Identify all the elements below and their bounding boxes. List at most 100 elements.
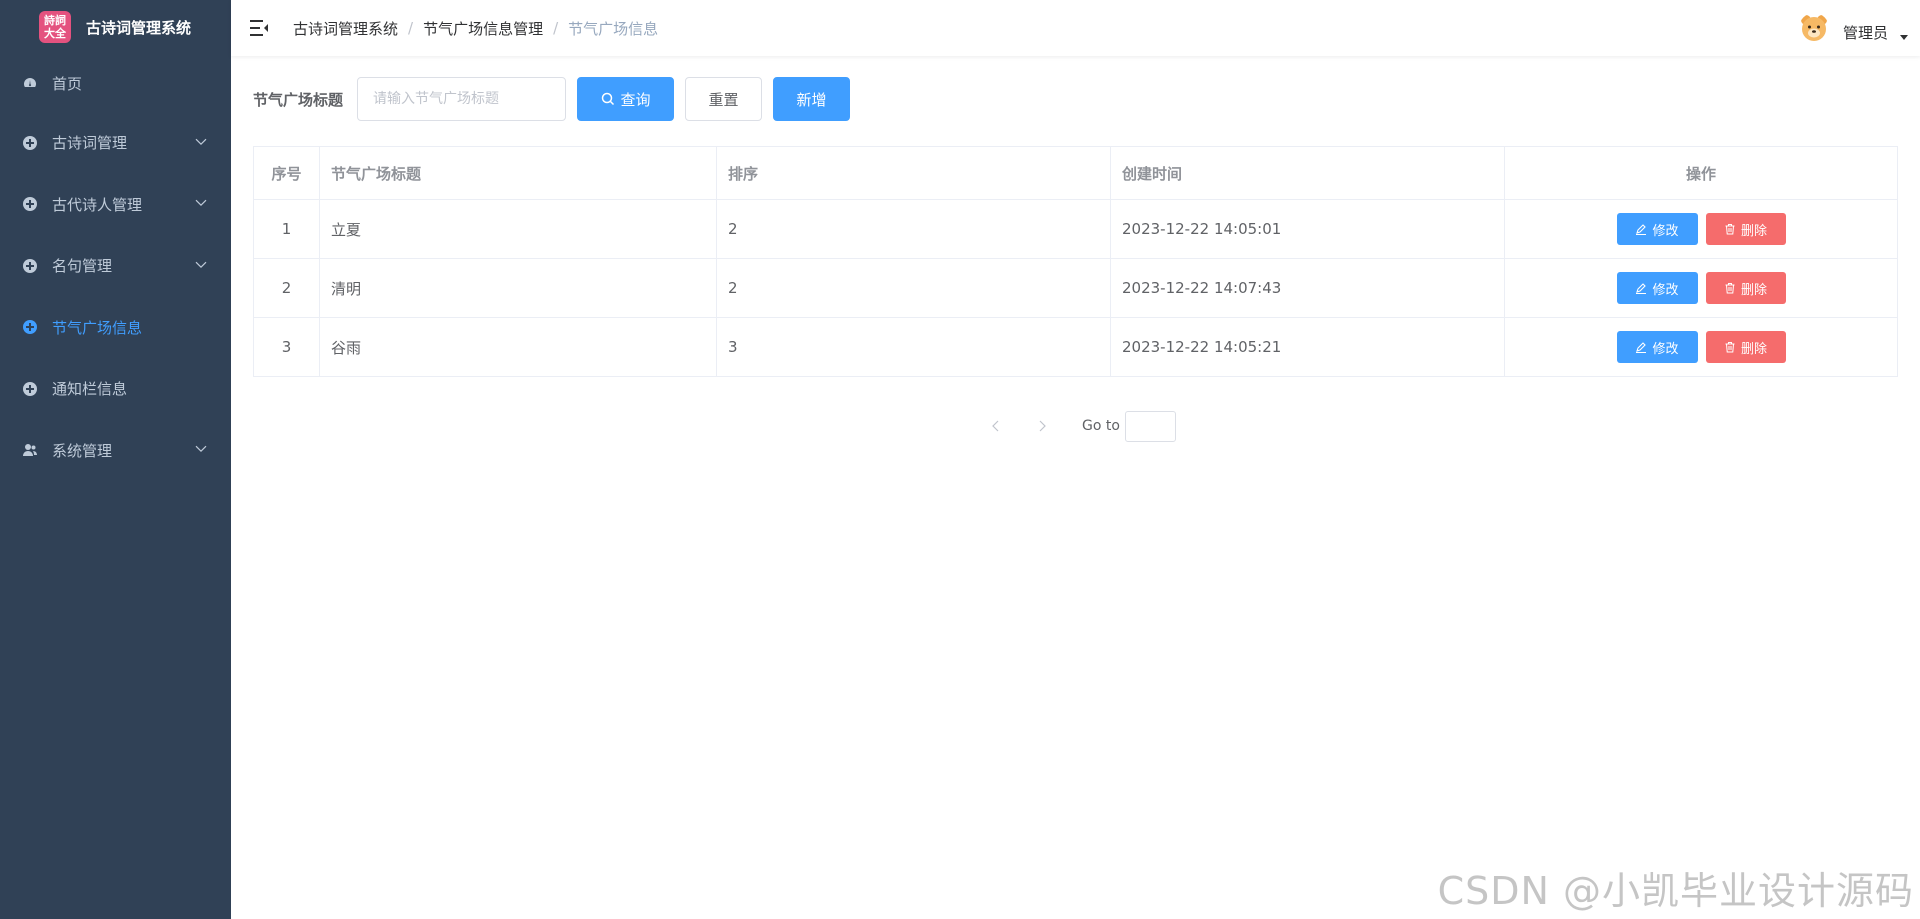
column-header-sort: 排序: [716, 146, 1111, 200]
sidebar-item-system[interactable]: 系统管理: [0, 420, 231, 482]
chevron-down-icon: [195, 439, 207, 457]
user-name: 管理员: [1842, 23, 1888, 42]
search-label: 节气广场标题: [253, 90, 344, 109]
cell-actions: 修改 删除: [1504, 199, 1898, 259]
add-button-label: 新增: [796, 90, 827, 109]
cell-index: 3: [253, 317, 320, 377]
circle-icon: [22, 258, 38, 274]
circle-icon: [22, 196, 38, 212]
sidebar-item-quotes[interactable]: 名句管理: [0, 235, 231, 297]
cell-title: 清明: [319, 258, 717, 318]
table-row: 2 清明 2 2023-12-22 14:07:43 修改 删除: [253, 258, 1898, 318]
sidebar-item-label: 节气广场信息: [52, 318, 143, 337]
cell-index: 1: [253, 199, 320, 259]
breadcrumb-item-home[interactable]: 古诗词管理系统: [293, 18, 398, 39]
logo-text-line1: 詩詞: [44, 14, 66, 27]
user-group-icon: [22, 442, 38, 458]
user-menu[interactable]: 管理员: [1799, 12, 1908, 44]
watermark: CSDN @小凯毕业设计源码: [1437, 869, 1914, 913]
sidebar-menu: 首页 古诗词管理 古代诗人管理 名句管理 节气广场信息 通知栏信息 系统管理: [0, 54, 231, 481]
sidebar-item-home[interactable]: 首页: [0, 54, 231, 112]
cell-actions: 修改 删除: [1504, 258, 1898, 318]
edit-button[interactable]: 修改: [1616, 272, 1698, 304]
edit-icon: [1636, 283, 1647, 294]
goto-page-input[interactable]: [1124, 410, 1176, 442]
pagination: Go to: [980, 410, 1176, 442]
cell-created-time: 2023-12-22 14:05:21: [1110, 317, 1505, 377]
breadcrumb-separator: /: [553, 19, 559, 37]
trash-icon: [1725, 224, 1735, 235]
sidebar: 詩詞 大全 古诗词管理系统 首页 古诗词管理 古代诗人管理 名句管理 节气广场信…: [0, 0, 231, 919]
cell-created-time: 2023-12-22 14:05:01: [1110, 199, 1505, 259]
cell-title: 谷雨: [319, 317, 717, 377]
trash-icon: [1725, 283, 1735, 294]
goto-label: Go to: [1082, 418, 1120, 434]
edit-icon: [1636, 342, 1647, 353]
delete-button[interactable]: 删除: [1705, 213, 1786, 245]
query-button-label: 查询: [620, 90, 651, 109]
sidebar-item-poets[interactable]: 古代诗人管理: [0, 174, 231, 236]
search-input[interactable]: [357, 77, 567, 121]
cell-index: 2: [253, 258, 320, 318]
table-header-row: 序号 节气广场标题 排序 创建时间 操作: [253, 146, 1898, 200]
sidebar-item-label: 古代诗人管理: [52, 195, 143, 214]
delete-button-label: 删除: [1740, 223, 1767, 239]
column-header-actions: 操作: [1504, 146, 1898, 200]
table-row: 3 谷雨 3 2023-12-22 14:05:21 修改 删除: [253, 317, 1898, 377]
sidebar-item-label: 古诗词管理: [52, 134, 128, 153]
reset-button[interactable]: 重置: [685, 77, 763, 121]
reset-button-label: 重置: [708, 90, 739, 109]
search-icon: [601, 92, 614, 106]
add-button[interactable]: 新增: [773, 77, 851, 121]
search-form: 节气广场标题 查询 重置 新增: [253, 77, 851, 121]
table-row: 1 立夏 2 2023-12-22 14:05:01 修改 删除: [253, 199, 1898, 259]
avatar: [1800, 15, 1827, 41]
top-navbar: 古诗词管理系统 / 节气广场信息管理 / 节气广场信息 管理员: [231, 0, 1920, 56]
breadcrumb-item-section[interactable]: 节气广场信息管理: [423, 18, 543, 39]
column-header-index: 序号: [253, 146, 320, 200]
query-button[interactable]: 查询: [577, 77, 675, 121]
sidebar-item-label: 通知栏信息: [52, 380, 128, 399]
breadcrumb-separator: /: [408, 19, 414, 37]
chevron-down-icon: [195, 132, 207, 150]
hamburger-icon[interactable]: [249, 18, 269, 38]
breadcrumb: 古诗词管理系统 / 节气广场信息管理 / 节气广场信息: [293, 18, 658, 39]
circle-icon: [22, 381, 38, 397]
trash-icon: [1725, 342, 1735, 353]
sidebar-logo-area[interactable]: 詩詞 大全 古诗词管理系统: [0, 0, 231, 54]
app-title: 古诗词管理系统: [86, 18, 192, 37]
circle-icon: [22, 135, 38, 151]
delete-button-label: 删除: [1740, 282, 1767, 298]
logo-text-line2: 大全: [44, 27, 66, 40]
data-table: 序号 节气广场标题 排序 创建时间 操作 1 立夏 2 2023-12-22 1…: [253, 146, 1898, 377]
edit-button-label: 修改: [1652, 223, 1679, 239]
cell-title: 立夏: [319, 199, 717, 259]
edit-button-label: 修改: [1652, 282, 1679, 298]
cell-sort: 2: [716, 258, 1111, 318]
prev-page-button[interactable]: [980, 410, 1012, 442]
cell-sort: 2: [716, 199, 1111, 259]
caret-down-icon: [1900, 26, 1908, 44]
cell-created-time: 2023-12-22 14:07:43: [1110, 258, 1505, 318]
goto-page: Go to: [1082, 410, 1176, 442]
sidebar-item-label: 系统管理: [52, 441, 113, 460]
edit-button[interactable]: 修改: [1616, 213, 1698, 245]
edit-button-label: 修改: [1652, 341, 1679, 357]
delete-button-label: 删除: [1740, 341, 1767, 357]
next-page-button[interactable]: [1026, 410, 1058, 442]
edit-icon: [1636, 224, 1647, 235]
chevron-down-icon: [195, 193, 207, 211]
sidebar-item-label: 首页: [52, 74, 83, 93]
sidebar-item-solar-terms[interactable]: 节气广场信息: [0, 297, 231, 359]
dashboard-icon: [22, 75, 38, 91]
chevron-down-icon: [195, 255, 207, 273]
breadcrumb-item-current: 节气广场信息: [568, 19, 659, 38]
edit-button[interactable]: 修改: [1616, 331, 1698, 363]
chevron-left-icon: [992, 420, 999, 432]
delete-button[interactable]: 删除: [1705, 331, 1786, 363]
sidebar-item-notices[interactable]: 通知栏信息: [0, 358, 231, 420]
column-header-created-time: 创建时间: [1110, 146, 1505, 200]
circle-icon: [22, 319, 38, 335]
delete-button[interactable]: 删除: [1705, 272, 1786, 304]
sidebar-item-poems[interactable]: 古诗词管理: [0, 112, 231, 174]
